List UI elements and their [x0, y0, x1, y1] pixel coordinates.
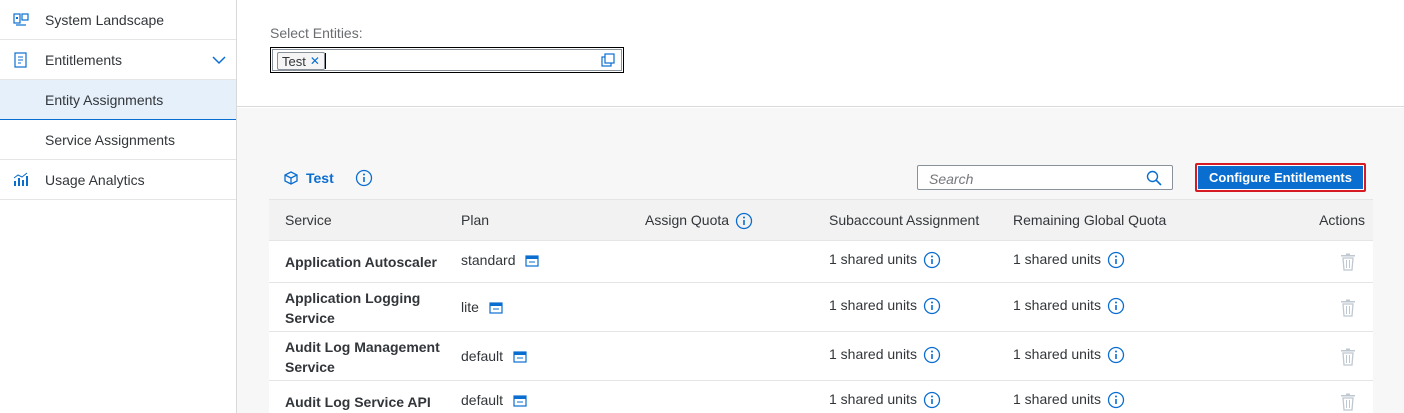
text-caret	[325, 53, 326, 69]
info-icon[interactable]	[923, 391, 941, 409]
sidebar-item-entitlements[interactable]: Entitlements	[0, 40, 236, 80]
delete-icon[interactable]	[1340, 299, 1356, 317]
plan-name: standard	[461, 252, 516, 268]
search-placeholder: Search	[929, 171, 974, 187]
subaccount-cell: 1 shared units	[829, 391, 941, 409]
table-row[interactable]: Audit Log Management Service default 1 s…	[269, 332, 1373, 381]
remaining-global-quota-value: 1 shared units	[1013, 346, 1101, 362]
column-header-service[interactable]: Service	[285, 212, 332, 228]
info-icon[interactable]	[923, 297, 941, 315]
table-row[interactable]: Application Autoscaler standard 1 shared…	[269, 241, 1373, 283]
plan-details-icon[interactable]	[489, 301, 503, 315]
entity-token[interactable]: Test ✕	[277, 52, 325, 70]
table-row[interactable]: Audit Log Service API default 1 shared u…	[269, 381, 1373, 413]
service-name: Audit Log Service API	[285, 394, 431, 410]
info-icon[interactable]	[355, 169, 373, 187]
service-name: Application Autoscaler	[285, 254, 437, 270]
search-icon[interactable]	[1146, 170, 1162, 186]
column-header-actions: Actions	[1319, 212, 1365, 228]
delete-icon[interactable]	[1340, 253, 1356, 271]
assignments-table: Service Plan Assign Quota Subaccount Ass…	[269, 199, 1373, 413]
value-help-icon[interactable]	[601, 53, 615, 67]
app-root: System Landscape Entitlements Entity Ass…	[0, 0, 1404, 413]
chevron-down-icon[interactable]	[211, 52, 227, 68]
sidebar-item-label: Entitlements	[45, 51, 123, 68]
usage-analytics-icon	[13, 172, 29, 188]
system-landscape-icon	[13, 12, 29, 28]
remaining-cell: 1 shared units	[1013, 346, 1125, 364]
sidebar-item-label: Entity Assignments	[45, 91, 164, 108]
remaining-global-quota-value: 1 shared units	[1013, 251, 1101, 267]
close-icon[interactable]: ✕	[310, 55, 320, 67]
service-name: Application Logging Service	[285, 290, 421, 326]
column-header-subaccount-assignment[interactable]: Subaccount Assignment	[829, 212, 979, 228]
table-title-label: Test	[306, 170, 334, 186]
subaccount-assignment-value: 1 shared units	[829, 251, 917, 267]
entity-token-label: Test	[282, 53, 306, 69]
plan-details-icon[interactable]	[525, 254, 540, 268]
column-header-plan[interactable]: Plan	[461, 212, 489, 228]
sidebar: System Landscape Entitlements Entity Ass…	[0, 0, 237, 413]
plan-name: default	[461, 348, 504, 364]
search-input[interactable]: Search	[917, 165, 1173, 190]
remaining-global-quota-value: 1 shared units	[1013, 391, 1101, 407]
subaccount-assignment-value: 1 shared units	[829, 297, 917, 313]
info-icon[interactable]	[923, 251, 941, 269]
subaccount-cell: 1 shared units	[829, 346, 941, 364]
service-name: Audit Log Management Service	[285, 339, 440, 375]
plan-details-icon[interactable]	[513, 350, 527, 364]
subaccount-cell: 1 shared units	[829, 297, 941, 315]
cube-icon	[284, 171, 298, 185]
main-content: Test Search Configure Entitlements Servi…	[237, 108, 1404, 413]
plan-cell: standard	[461, 252, 540, 268]
sidebar-item-usage-analytics[interactable]: Usage Analytics	[0, 160, 236, 200]
remaining-global-quota-value: 1 shared units	[1013, 297, 1101, 313]
table-row[interactable]: Application Logging Service lite 1 share…	[269, 283, 1373, 332]
info-icon[interactable]	[1107, 391, 1125, 409]
entitlements-icon	[13, 52, 29, 68]
plan-name: default	[461, 392, 504, 408]
sidebar-item-system-landscape[interactable]: System Landscape	[0, 0, 236, 40]
remaining-cell: 1 shared units	[1013, 251, 1125, 269]
column-header-assign-quota[interactable]: Assign Quota	[645, 212, 753, 230]
plan-details-icon[interactable]	[513, 394, 527, 408]
sidebar-item-service-assignments[interactable]: Service Assignments	[0, 120, 236, 160]
select-entities-input[interactable]: Test ✕	[270, 47, 624, 73]
sidebar-item-label: Service Assignments	[45, 131, 175, 148]
table-title[interactable]: Test	[284, 170, 334, 186]
plan-cell: default	[461, 348, 527, 364]
info-icon[interactable]	[1107, 251, 1125, 269]
info-icon[interactable]	[1107, 297, 1125, 315]
remaining-cell: 1 shared units	[1013, 391, 1125, 409]
plan-cell: lite	[461, 299, 503, 315]
select-entities-label: Select Entities:	[270, 25, 363, 41]
sidebar-item-label: Usage Analytics	[45, 171, 145, 188]
configure-entitlements-button[interactable]: Configure Entitlements	[1195, 163, 1366, 192]
delete-icon[interactable]	[1340, 393, 1356, 411]
sidebar-item-label: System Landscape	[45, 11, 165, 28]
remaining-cell: 1 shared units	[1013, 297, 1125, 315]
column-header-remaining-global-quota[interactable]: Remaining Global Quota	[1013, 212, 1166, 228]
info-icon[interactable]	[735, 212, 753, 230]
info-icon[interactable]	[923, 346, 941, 364]
filter-header: Select Entities: Test ✕	[237, 0, 1404, 107]
table-header: Service Plan Assign Quota Subaccount Ass…	[269, 199, 1373, 241]
plan-name: lite	[461, 299, 479, 315]
plan-cell: default	[461, 392, 527, 408]
sidebar-item-entity-assignments[interactable]: Entity Assignments	[0, 80, 236, 120]
subaccount-assignment-value: 1 shared units	[829, 346, 917, 362]
subaccount-cell: 1 shared units	[829, 251, 941, 269]
subaccount-assignment-value: 1 shared units	[829, 391, 917, 407]
column-header-assign-quota-label: Assign Quota	[645, 212, 730, 228]
info-icon[interactable]	[1107, 346, 1125, 364]
delete-icon[interactable]	[1340, 348, 1356, 366]
